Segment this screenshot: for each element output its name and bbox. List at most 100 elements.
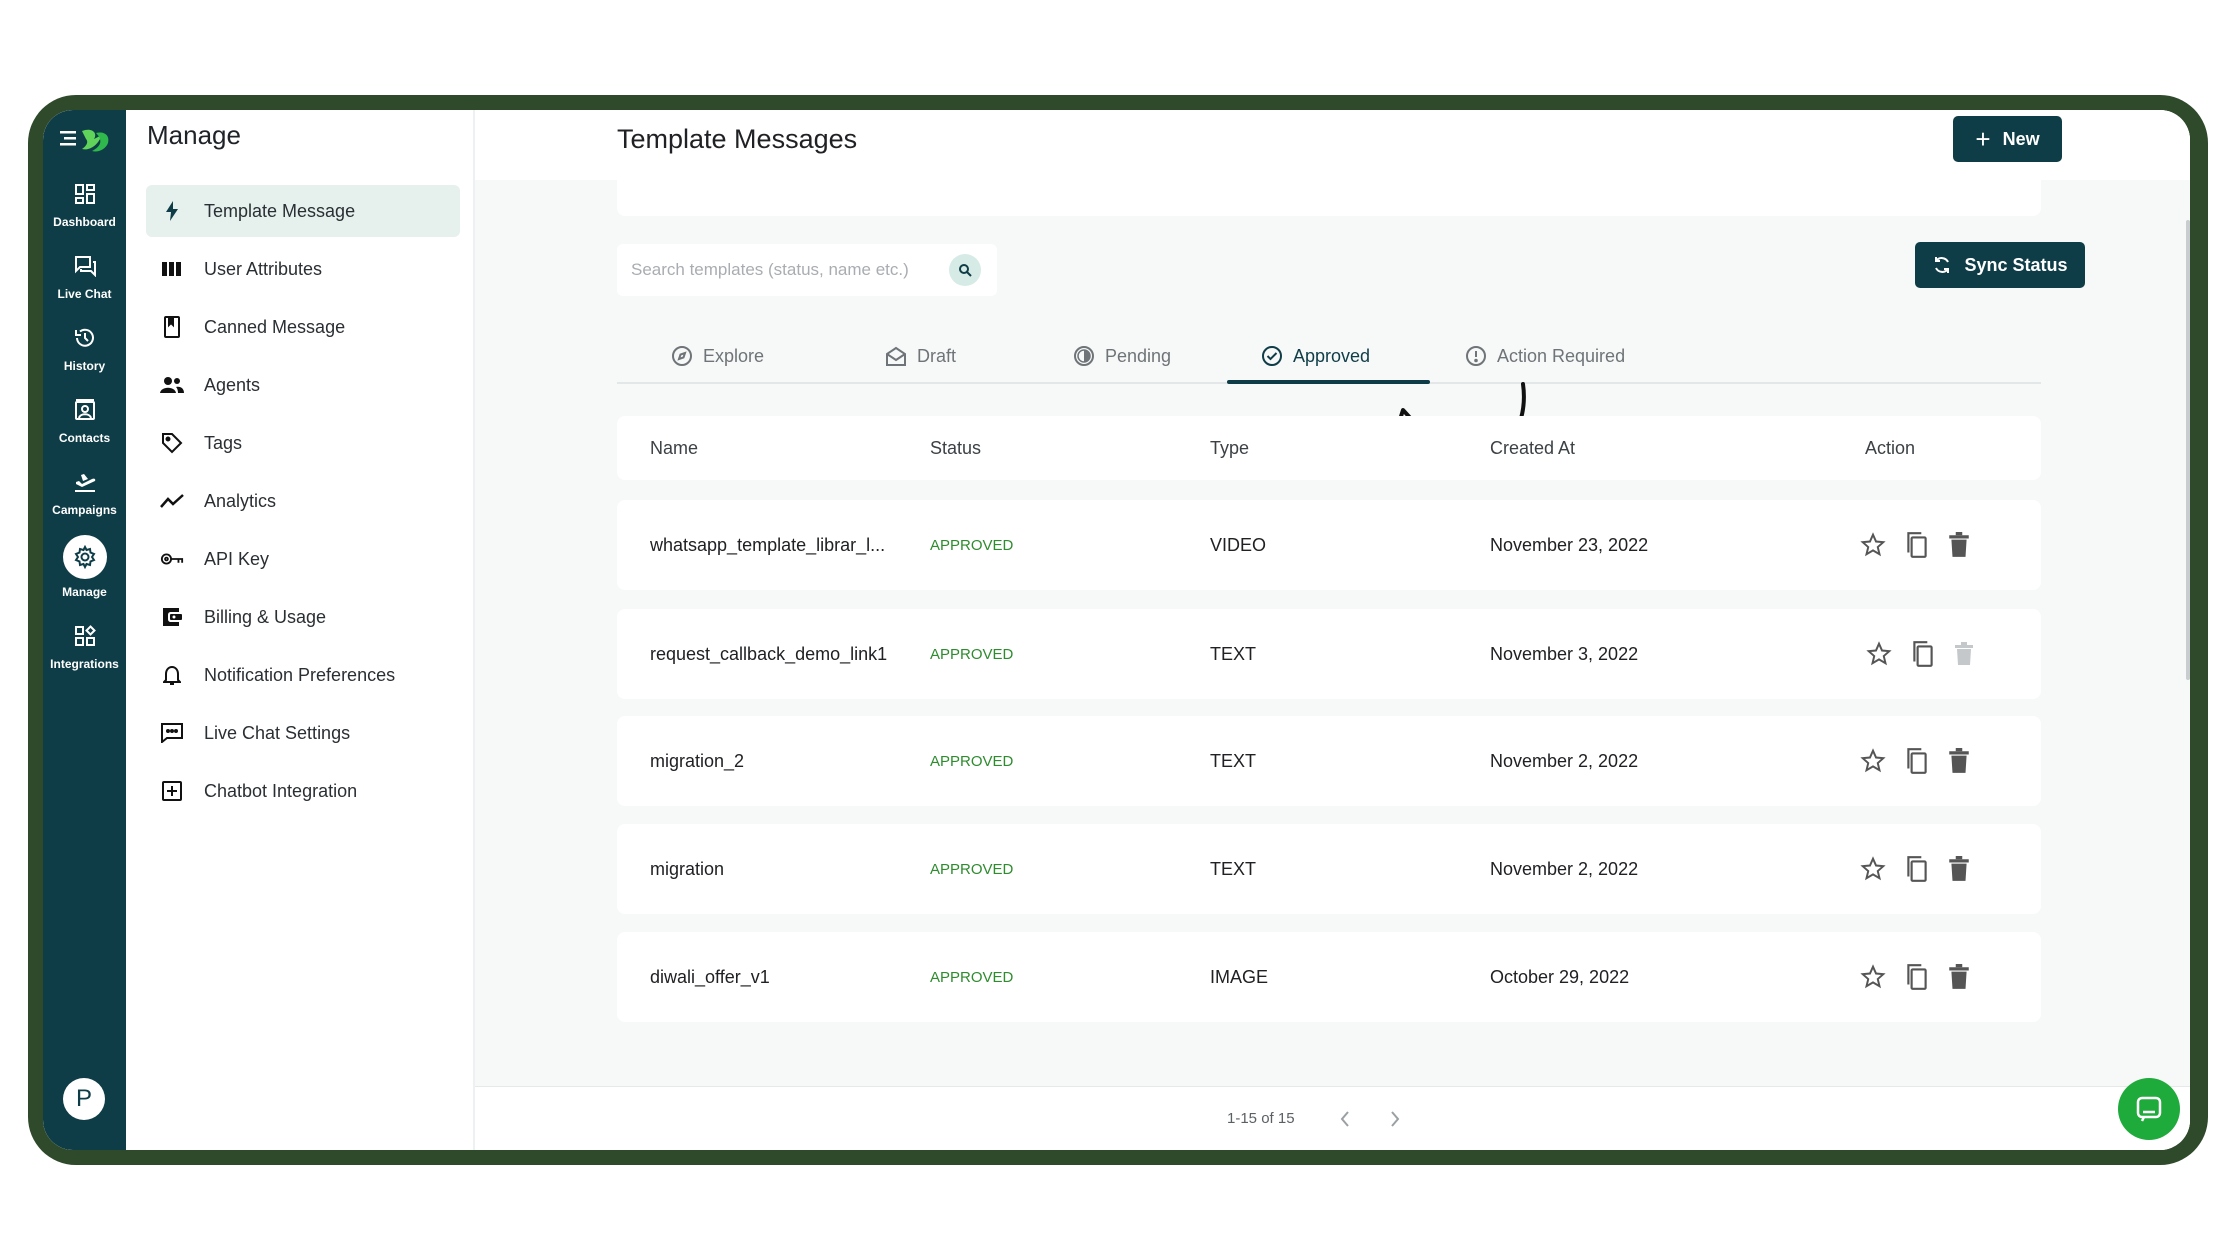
tab-label: Action Required	[1497, 345, 1626, 366]
scrollbar-thumb[interactable]	[2186, 220, 2190, 680]
manage-nav-item-user-attributes[interactable]: User Attributes	[146, 243, 460, 295]
manage-nav-item-billing[interactable]: Billing & Usage	[146, 591, 460, 643]
rail-label: Manage	[62, 585, 107, 599]
chevron-left-icon[interactable]	[1331, 1105, 1359, 1133]
template-type: TEXT	[1210, 858, 1257, 879]
sync-button-label: Sync Status	[1964, 254, 2068, 275]
column-header-type[interactable]: Type	[1210, 416, 1249, 480]
manage-nav-label: Tags	[204, 432, 243, 453]
new-button-label: New	[2002, 128, 2040, 149]
column-header-name[interactable]: Name	[650, 416, 698, 480]
manage-nav-item-api-key[interactable]: API Key	[146, 533, 460, 585]
trash-icon[interactable]	[1948, 964, 1970, 990]
template-name[interactable]: diwali_offer_v1	[650, 932, 770, 1022]
star-icon[interactable]	[1866, 641, 1892, 667]
rail-item-integrations[interactable]: Integrations	[43, 621, 126, 671]
manage-nav-item-live-chat-settings[interactable]: Live Chat Settings	[146, 707, 460, 759]
table-row[interactable]: diwali_offer_v1 APPROVED IMAGE October 2…	[617, 932, 2041, 1022]
star-icon[interactable]	[1860, 856, 1886, 882]
template-name[interactable]: request_callback_demo_link1	[650, 609, 887, 699]
tab-label: Approved	[1293, 345, 1371, 366]
trash-icon[interactable]	[1948, 856, 1970, 882]
copy-icon[interactable]	[1904, 855, 1930, 883]
chat-widget-button[interactable]	[2118, 1078, 2180, 1140]
template-name[interactable]: migration_2	[650, 716, 744, 806]
trend-icon	[160, 489, 184, 513]
main-content: Template Messages + New Sync Status Expl…	[475, 110, 2190, 1150]
tab-pending[interactable]: Pending	[1073, 330, 1171, 382]
app-logo[interactable]	[58, 123, 112, 157]
trash-icon[interactable]	[1948, 532, 1970, 558]
column-header-status[interactable]: Status	[930, 416, 981, 480]
status-badge: APPROVED	[930, 860, 1014, 878]
new-template-button[interactable]: + New	[1953, 116, 2062, 162]
rail-item-live-chat[interactable]: Live Chat	[43, 251, 126, 301]
manage-nav-item-canned-message[interactable]: Canned Message	[146, 301, 460, 353]
table-row[interactable]: request_callback_demo_link1 APPROVED TEX…	[617, 609, 2041, 699]
template-type: TEXT	[1210, 643, 1257, 664]
created-date: November 3, 2022	[1490, 643, 1639, 664]
manage-nav-item-chatbot-integration[interactable]: Chatbot Integration	[146, 765, 460, 817]
copy-icon[interactable]	[1904, 963, 1930, 991]
star-icon[interactable]	[1860, 532, 1886, 558]
user-avatar[interactable]: P	[63, 1078, 105, 1120]
template-name[interactable]: migration	[650, 824, 724, 914]
manage-nav-label: Agents	[204, 374, 261, 395]
sync-status-button[interactable]: Sync Status	[1915, 242, 2085, 288]
manage-nav-item-tags[interactable]: Tags	[146, 417, 460, 469]
manage-nav-label: Canned Message	[204, 316, 346, 337]
row-actions	[1860, 500, 1988, 590]
manage-nav-title: Manage	[147, 120, 241, 150]
manage-nav-list: Template Message User Attributes Canned …	[146, 185, 460, 823]
gear-icon	[62, 535, 107, 579]
header-card	[617, 180, 2041, 216]
copy-icon[interactable]	[1904, 531, 1930, 559]
search-icon[interactable]	[949, 254, 981, 286]
template-name[interactable]: whatsapp_template_librar_l...	[650, 500, 885, 590]
star-icon[interactable]	[1860, 964, 1886, 990]
rail-item-manage[interactable]: Manage	[43, 535, 126, 599]
copy-icon[interactable]	[1904, 747, 1930, 775]
search-input[interactable]	[631, 260, 941, 280]
rail-item-campaigns[interactable]: Campaigns	[43, 467, 126, 517]
copy-icon[interactable]	[1910, 640, 1936, 668]
trash-icon[interactable]	[1948, 748, 1970, 774]
tab-approved[interactable]: Approved	[1261, 330, 1370, 382]
compass-icon	[671, 345, 693, 367]
contacts-icon	[70, 395, 100, 425]
status-badge: APPROVED	[930, 968, 1014, 986]
message-icon	[160, 721, 184, 745]
manage-nav-item-notification-preferences[interactable]: Notification Preferences	[146, 649, 460, 701]
info-icon	[1465, 345, 1487, 367]
table-header: Name Status Type Created At Action	[617, 416, 2041, 480]
chat-bubble-icon	[2136, 1096, 2162, 1122]
rail-label: Dashboard	[53, 215, 116, 229]
table-row[interactable]: whatsapp_template_librar_l... APPROVED V…	[617, 500, 2041, 590]
history-icon	[70, 323, 100, 353]
row-actions	[1866, 609, 1992, 699]
manage-nav-item-template-message[interactable]: Template Message	[146, 185, 460, 237]
rail-item-contacts[interactable]: Contacts	[43, 395, 126, 445]
manage-nav-item-analytics[interactable]: Analytics	[146, 475, 460, 527]
plus-icon: +	[1975, 124, 1991, 154]
rail-label: Contacts	[58, 431, 111, 445]
people-icon	[160, 373, 184, 397]
manage-nav-item-agents[interactable]: Agents	[146, 359, 460, 411]
bolt-icon	[160, 199, 184, 223]
created-date: November 2, 2022	[1490, 750, 1639, 771]
tab-label: Explore	[703, 345, 765, 366]
star-icon[interactable]	[1860, 748, 1886, 774]
chevron-right-icon[interactable]	[1381, 1105, 1409, 1133]
table-row[interactable]: migration_2 APPROVED TEXT November 2, 20…	[617, 716, 2041, 806]
rail-item-history[interactable]: History	[43, 323, 126, 373]
status-badge: APPROVED	[930, 645, 1014, 663]
rail-item-dashboard[interactable]: Dashboard	[43, 179, 126, 229]
column-header-created-at[interactable]: Created At	[1490, 416, 1575, 480]
tab-explore[interactable]: Explore	[671, 330, 764, 382]
row-actions	[1860, 716, 1988, 806]
status-badge: APPROVED	[930, 536, 1014, 554]
created-date: November 23, 2022	[1490, 534, 1649, 555]
rail-label: Campaigns	[52, 503, 117, 517]
table-row[interactable]: migration APPROVED TEXT November 2, 2022	[617, 824, 2041, 914]
tab-draft[interactable]: Draft	[885, 330, 956, 382]
